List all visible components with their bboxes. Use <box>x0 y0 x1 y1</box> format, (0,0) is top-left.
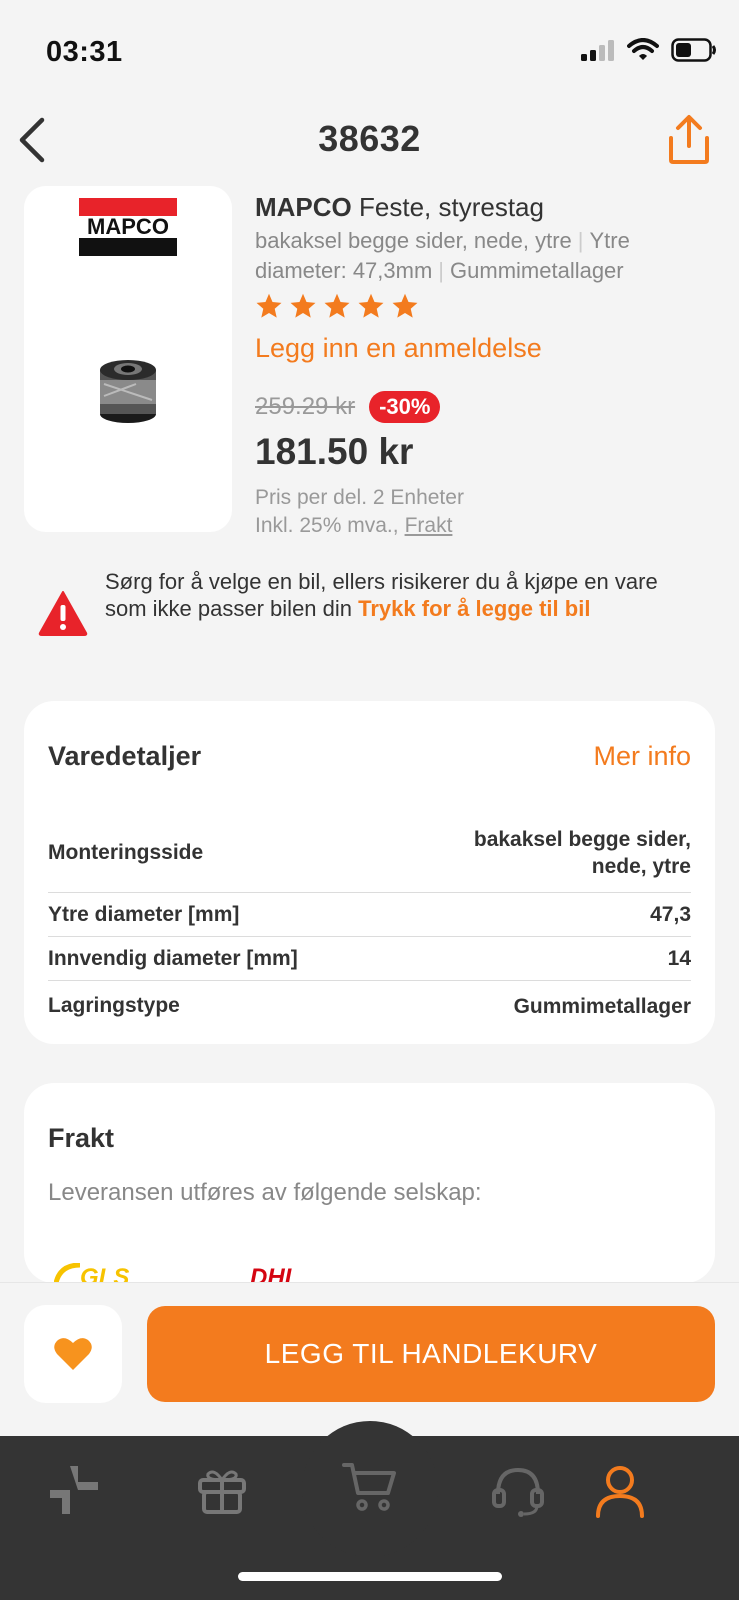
cart-icon <box>342 1463 396 1511</box>
discount-badge: -30% <box>369 391 441 423</box>
table-row: Monteringsside bakaksel begge sider, ned… <box>48 813 691 893</box>
shipping-card: Frakt Leveransen utføres av følgende sel… <box>24 1083 715 1283</box>
star-icon <box>392 293 418 318</box>
product-description: bakaksel begge sider, nede, ytre | Ytre di… <box>255 228 630 283</box>
product-brand: MAPCO <box>255 192 352 222</box>
old-price: 259.29 kr <box>255 393 356 420</box>
details-title: Varedetaljer <box>48 741 202 771</box>
tab-home[interactable] <box>44 1460 104 1520</box>
desc-mounting: bakaksel begge sider, nede, ytre <box>255 228 572 253</box>
user-icon <box>596 1466 644 1518</box>
tab-offers[interactable] <box>192 1460 252 1520</box>
page-title: 38632 <box>318 118 421 159</box>
item-details-card: Varedetaljer Mer info Monteringsside bak… <box>24 701 715 1044</box>
gift-icon <box>198 1470 246 1514</box>
tab-support[interactable] <box>488 1460 548 1520</box>
bottom-action-bar: LEGG TIL HANDLEKURV <box>0 1282 739 1436</box>
current-price: 181.50 kr <box>255 431 414 472</box>
tab-profile[interactable] <box>590 1460 650 1520</box>
spec-key: Ytre diameter [mm] <box>48 902 240 926</box>
share-button[interactable] <box>665 114 713 166</box>
status-bar: 03:31 <box>0 0 739 100</box>
share-icon <box>669 115 709 164</box>
write-review-link[interactable]: Legg inn en anmeldelse <box>255 330 715 366</box>
dhl-logo: DHL <box>250 1264 299 1283</box>
logo-tab-icon <box>50 1466 98 1514</box>
unit-info: Pris per del. 2 Enheter <box>255 486 464 509</box>
favorite-button[interactable] <box>24 1305 122 1403</box>
rating-stars <box>255 292 715 320</box>
table-row: Lagringstype Gummimetallager <box>48 981 691 1031</box>
desc-diameter: diameter: 47,3mm <box>255 258 433 283</box>
add-to-cart-button[interactable]: LEGG TIL HANDLEKURV <box>147 1306 715 1402</box>
spec-value: Gummimetallager <box>513 994 691 1018</box>
wifi-icon <box>627 38 659 60</box>
vehicle-warning[interactable]: Sørg for å velge en bil, ellers risikere… <box>38 568 718 658</box>
details-header: Varedetaljer Mer info <box>48 741 691 772</box>
signal-icon <box>581 40 614 61</box>
star-icon <box>256 293 282 318</box>
home-indicator <box>238 1572 502 1581</box>
heart-icon <box>54 1338 92 1370</box>
desc-outer-label: Ytre <box>589 228 630 253</box>
spec-table: Monteringsside bakaksel begge sider, ned… <box>48 813 691 1031</box>
star-icon <box>290 293 316 318</box>
spec-key: Lagringstype <box>48 994 180 1017</box>
add-vehicle-link[interactable]: Trykk for å legge til bil <box>358 596 590 621</box>
shipping-title: Frakt <box>48 1123 115 1153</box>
battery-icon <box>671 38 716 62</box>
product-name: Feste, styrestag <box>359 192 544 222</box>
star-icon <box>358 293 384 318</box>
star-icon <box>324 293 350 318</box>
spec-value: 47,3 <box>650 903 691 926</box>
tax-info: Inkl. 25% mva., Frakt <box>255 512 715 540</box>
desc-bearing: Gummimetallager <box>450 258 624 283</box>
warning-text: Sørg for å velge en bil, ellers risikere… <box>105 568 705 622</box>
spec-value: 14 <box>667 947 691 970</box>
product-info: MAPCO Feste, styrestag bakaksel begge si… <box>255 190 715 540</box>
carrier-logos: GLS DHL <box>54 1263 299 1283</box>
shipping-link[interactable]: Frakt <box>405 514 453 537</box>
mapco-logo: MAPCO <box>79 198 177 256</box>
shipping-description: Leveransen utføres av følgende selskap: <box>48 1179 482 1206</box>
spec-value: bakaksel begge sider, nede, ytre <box>473 827 691 878</box>
spec-key: Innvendig diameter [mm] <box>48 946 298 970</box>
status-time: 03:31 <box>46 36 123 68</box>
product-title: MAPCO Feste, styrestag <box>255 190 715 224</box>
headset-icon <box>492 1467 544 1517</box>
status-icons <box>581 38 717 62</box>
product-image-card[interactable]: MAPCO <box>24 186 232 532</box>
nav-bar: 38632 <box>0 100 739 180</box>
more-info-link[interactable]: Mer info <box>593 741 691 772</box>
table-row: Ytre diameter [mm] 47,3 <box>48 893 691 937</box>
spec-key: Monteringsside <box>48 840 204 864</box>
tab-cart[interactable] <box>302 1421 438 1557</box>
tax-text: Inkl. 25% mva., <box>255 514 399 537</box>
gls-logo: GLS <box>80 1264 129 1283</box>
price-row: 259.29 kr -30% <box>255 390 715 424</box>
warning-icon <box>38 591 88 636</box>
table-row: Innvendig diameter [mm] 14 <box>48 937 691 981</box>
product-image <box>100 360 156 423</box>
svg-text:MAPCO: MAPCO <box>87 214 169 239</box>
